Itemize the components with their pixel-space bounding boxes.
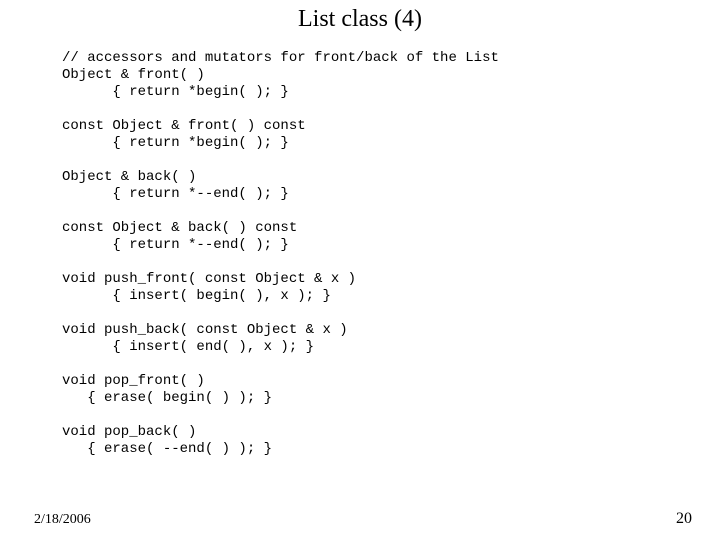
slide: List class (4) // accessors and mutators… [0,0,720,540]
code-block: // accessors and mutators for front/back… [62,50,680,458]
page-number: 20 [676,510,692,528]
slide-date: 2/18/2006 [34,512,91,528]
slide-title: List class (4) [0,6,720,33]
